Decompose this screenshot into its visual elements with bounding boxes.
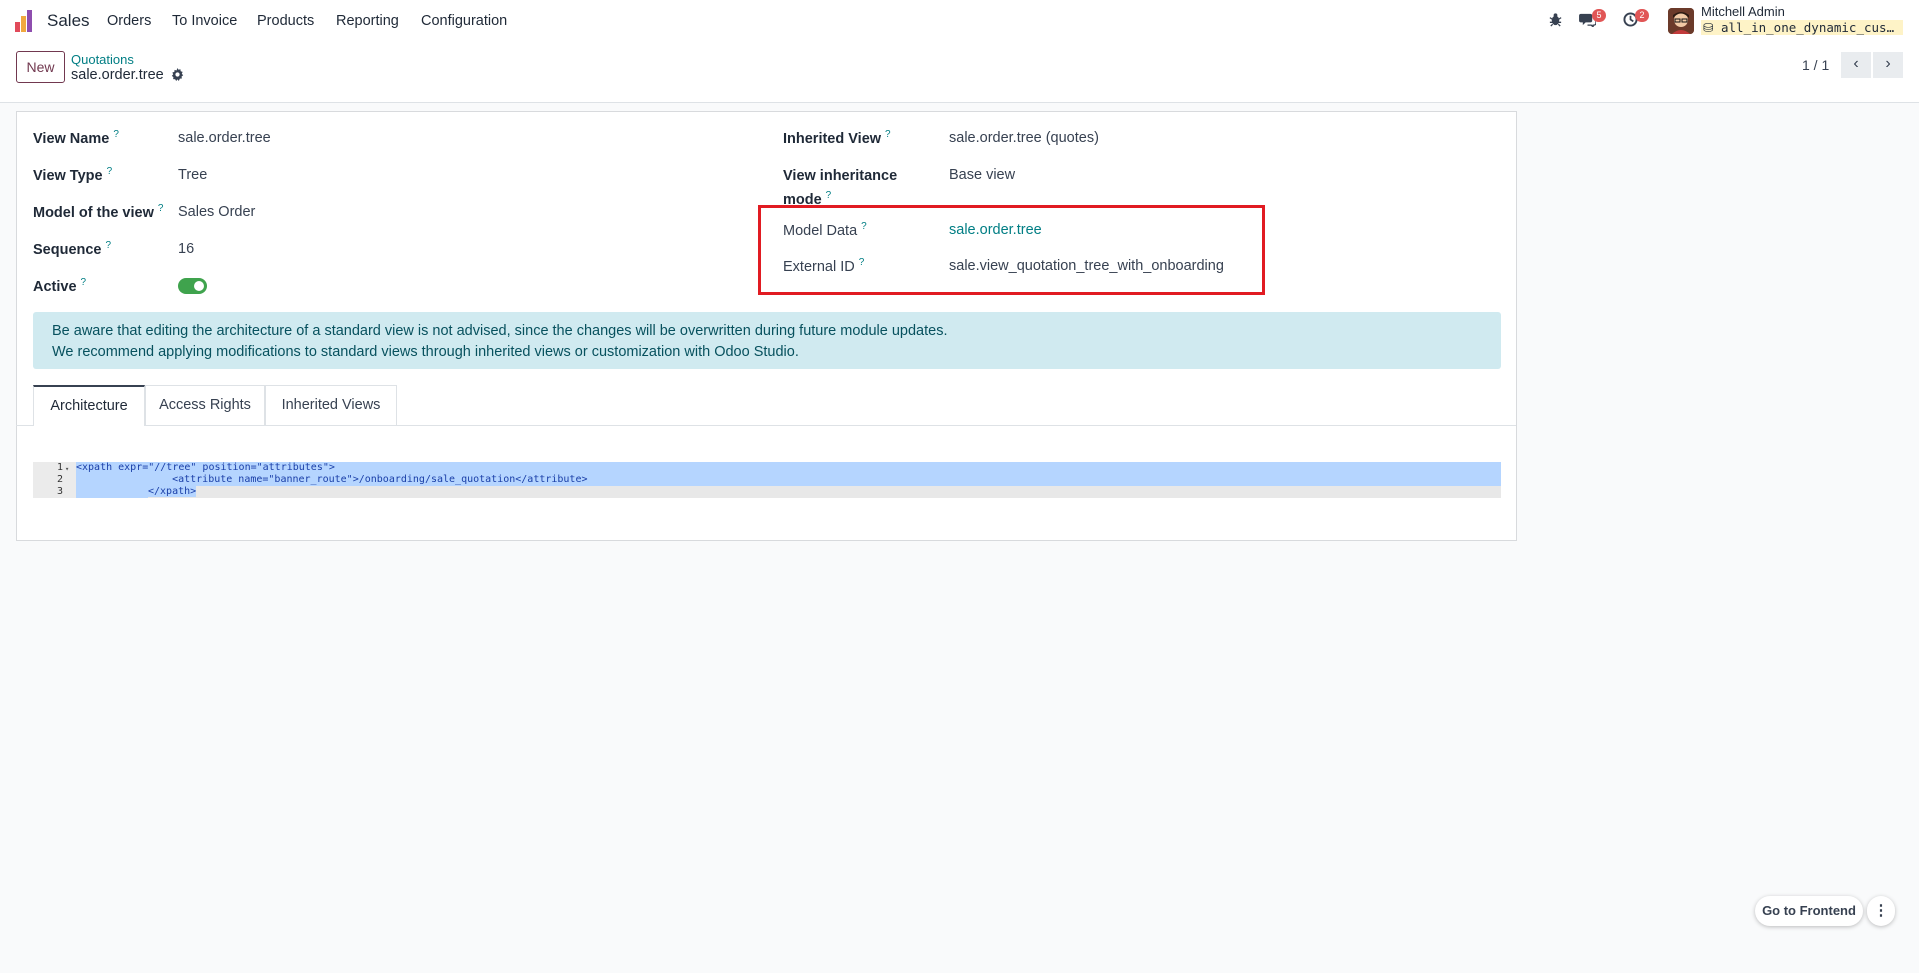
activities-badge: 2 (1635, 9, 1649, 22)
field-inherited-view[interactable]: sale.order.tree (quotes) (949, 130, 1099, 146)
breadcrumb-quotations[interactable]: Quotations (71, 52, 134, 67)
architecture-code-editor[interactable]: 1 2 3 ▾ <xpath expr="//tree" position="a… (33, 462, 1501, 498)
chevron-right-icon: › (1885, 55, 1891, 72)
code-text: <attribute name="banner_route">/onboardi… (148, 474, 588, 485)
breadcrumb-current: sale.order.tree (71, 67, 164, 83)
help-icon[interactable]: ? (158, 203, 164, 214)
field-sequence[interactable]: 16 (178, 241, 194, 257)
help-icon[interactable]: ? (107, 166, 113, 177)
more-options-icon[interactable]: ⋮ (1867, 896, 1895, 926)
pager-value[interactable]: 1 / 1 (1802, 57, 1829, 73)
line-number: 1 (56, 462, 63, 473)
warning-alert: Be aware that editing the architecture o… (33, 312, 1501, 369)
tab-architecture[interactable]: Architecture (33, 385, 145, 426)
menu-orders[interactable]: Orders (107, 13, 151, 29)
messages-badge: 5 (1592, 9, 1606, 22)
line-number: 3 (56, 486, 63, 497)
new-button[interactable]: New (16, 51, 65, 83)
tab-inherited-views[interactable]: Inherited Views (265, 385, 397, 425)
code-line-3[interactable]: </xpath> (76, 486, 1501, 498)
label-inheritance-mode: View inheritance mode? (783, 168, 898, 208)
code-text: <xpath expr="//tree" position="attribute… (76, 462, 335, 473)
bug-icon[interactable] (1548, 12, 1563, 31)
alert-line-1: Be aware that editing the architecture o… (52, 323, 948, 339)
label-inherited-view: Inherited View? (783, 129, 891, 147)
help-icon[interactable]: ? (113, 129, 119, 140)
database-label: all_in_one_dynamic_custom_fields (1721, 20, 1903, 35)
alert-line-2: We recommend applying modifications to s… (52, 344, 799, 360)
gear-icon[interactable] (171, 68, 184, 84)
active-toggle[interactable] (178, 278, 207, 294)
highlight-box (758, 205, 1265, 295)
label-view-type: View Type? (33, 166, 113, 184)
pager-previous-button[interactable]: ‹ (1841, 52, 1871, 78)
code-text: </xpath> (148, 486, 197, 497)
menu-to-invoice[interactable]: To Invoice (172, 13, 237, 29)
pager-next-button[interactable]: › (1873, 52, 1903, 78)
top-navbar: Sales Orders To Invoice Products Reporti… (0, 0, 1919, 42)
code-line-2[interactable]: <attribute name="banner_route">/onboardi… (76, 474, 1501, 486)
label-sequence: Sequence? (33, 240, 112, 258)
control-panel (0, 42, 1919, 103)
field-model[interactable]: Sales Order (178, 204, 255, 220)
help-icon[interactable]: ? (826, 190, 832, 201)
field-view-type[interactable]: Tree (178, 167, 207, 183)
field-view-name[interactable]: sale.order.tree (178, 130, 271, 146)
tab-access-rights[interactable]: Access Rights (145, 385, 265, 425)
help-icon[interactable]: ? (81, 277, 87, 288)
fold-arrow-icon[interactable]: ▾ (65, 465, 69, 473)
label-view-name: View Name? (33, 129, 119, 147)
field-inheritance-mode[interactable]: Base view (949, 167, 1015, 183)
avatar[interactable] (1668, 8, 1694, 34)
app-name[interactable]: Sales (47, 11, 90, 31)
chevron-left-icon: ‹ (1853, 55, 1859, 72)
label-model: Model of the view? (33, 203, 164, 221)
database-name: ⛁ all_in_one_dynamic_custom_fields (1701, 20, 1903, 35)
go-to-frontend-button[interactable]: Go to Frontend (1755, 896, 1863, 926)
menu-reporting[interactable]: Reporting (336, 13, 399, 29)
line-number: 2 (56, 474, 63, 485)
help-icon[interactable]: ? (106, 240, 112, 251)
label-active: Active? (33, 277, 87, 295)
sales-app-icon[interactable] (15, 10, 37, 32)
user-name[interactable]: Mitchell Admin (1701, 4, 1785, 19)
menu-configuration[interactable]: Configuration (421, 13, 507, 29)
help-icon[interactable]: ? (885, 129, 891, 140)
menu-products[interactable]: Products (257, 13, 314, 29)
code-line-1[interactable]: <xpath expr="//tree" position="attribute… (76, 462, 1501, 474)
